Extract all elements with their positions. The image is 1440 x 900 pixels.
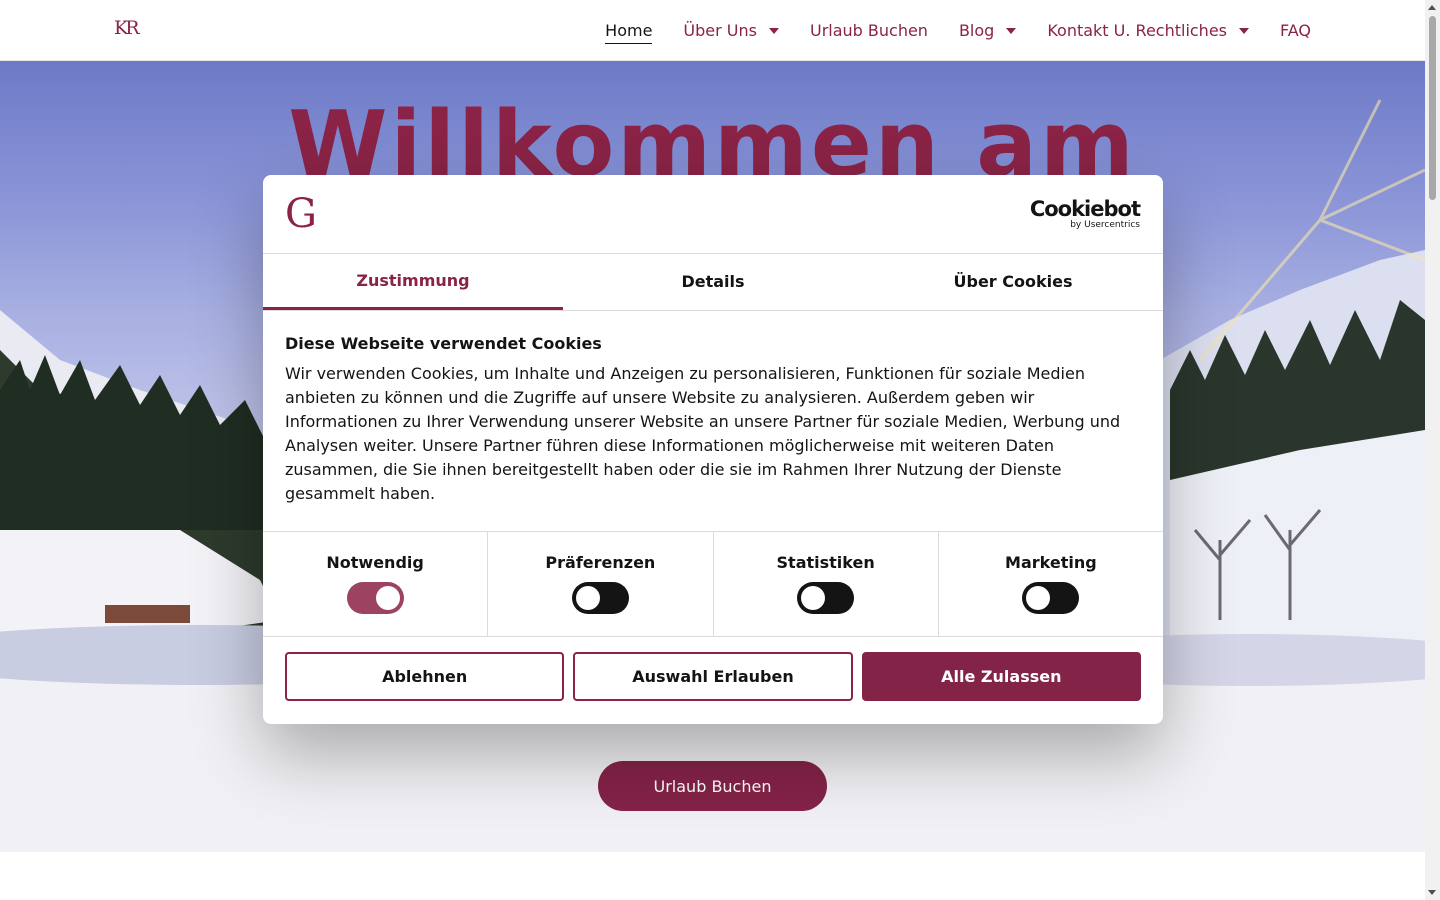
nav-item-label: Kontakt U. Rechtliches	[1047, 20, 1227, 40]
pref-label: Marketing	[1005, 553, 1097, 572]
decline-button[interactable]: Ablehnen	[285, 652, 565, 701]
pref-label: Statistiken	[776, 553, 875, 572]
toggle-knob	[375, 586, 400, 610]
tab-zustimmung[interactable]: Zustimmung	[263, 253, 563, 310]
cookie-consent-dialog: G Cookiebot by Usercentrics Zustimmung D…	[263, 175, 1163, 724]
dialog-header: G Cookiebot by Usercentrics	[263, 175, 1163, 254]
cookie-preferences: Notwendig Präferenzen Statistiken Market…	[263, 531, 1163, 637]
dialog-description: Wir verwenden Cookies, um Inhalte und An…	[285, 364, 1121, 503]
dialog-body: Diese Webseite verwendet Cookies Wir ver…	[285, 334, 1141, 506]
toggle-statistiken[interactable]	[797, 582, 855, 614]
site-logo[interactable]: KR	[114, 17, 140, 43]
page-scrollbar[interactable]	[1425, 0, 1440, 900]
scroll-up-icon[interactable]	[1428, 5, 1436, 10]
dialog-title: Diese Webseite verwendet Cookies	[285, 334, 602, 353]
nav-item-urlaub-buchen[interactable]: Urlaub Buchen	[810, 0, 928, 60]
cookiebot-logo-subtext: by Usercentrics	[1070, 220, 1140, 230]
brand-logo: G	[285, 191, 317, 237]
nav-item-ueber-uns[interactable]: Über Uns	[683, 0, 779, 60]
pref-statistiken: Statistiken	[714, 532, 939, 636]
pref-label: Notwendig	[326, 553, 424, 572]
cookiebot-logo[interactable]: Cookiebot by Usercentrics	[1029, 197, 1141, 230]
toggle-knob	[575, 586, 600, 610]
nav-item-home[interactable]: Home	[605, 0, 653, 60]
dialog-actions: Ablehnen Auswahl Erlauben Alle Zulassen	[285, 652, 1141, 701]
pref-praeferenzen: Präferenzen	[488, 532, 714, 636]
cookiebot-logo-text: Cookiebot	[1029, 197, 1141, 221]
tab-details[interactable]: Details	[563, 253, 863, 310]
caret-down-icon	[1006, 28, 1017, 34]
scrollbar-thumb[interactable]	[1429, 16, 1436, 200]
nav-item-kontakt[interactable]: Kontakt U. Rechtliches	[1047, 0, 1249, 60]
nav-item-label: Blog	[958, 20, 995, 40]
dialog-tabs: Zustimmung Details Über Cookies	[263, 253, 1163, 311]
caret-down-icon	[1239, 28, 1249, 34]
nav-item-faq[interactable]: FAQ	[1280, 0, 1311, 60]
nav-item-label: Home	[605, 21, 653, 44]
nav-item-label: Über Uns	[683, 20, 757, 40]
toggle-knob	[801, 586, 826, 610]
toggle-marketing[interactable]	[1022, 582, 1080, 614]
nav-item-label: FAQ	[1280, 20, 1311, 40]
caret-down-icon	[768, 28, 779, 34]
allow-selection-button[interactable]: Auswahl Erlauben	[573, 652, 853, 701]
pref-marketing: Marketing	[939, 532, 1163, 636]
toggle-notwendig[interactable]	[346, 582, 404, 614]
toggle-praeferenzen[interactable]	[571, 582, 629, 614]
scroll-down-icon[interactable]	[1428, 890, 1436, 895]
toggle-knob	[1026, 586, 1051, 610]
nav-item-label: Urlaub Buchen	[809, 20, 928, 40]
tab-ueber-cookies[interactable]: Über Cookies	[863, 253, 1163, 310]
top-navigation: KR Home Über Uns Urlaub Buchen Blog Kont…	[0, 0, 1425, 61]
allow-all-button[interactable]: Alle Zulassen	[861, 652, 1141, 701]
book-vacation-button[interactable]: Urlaub Buchen	[598, 761, 827, 811]
nav-item-blog[interactable]: Blog	[958, 0, 1017, 60]
nav-links: Home Über Uns Urlaub Buchen Blog Kontakt…	[574, 0, 1311, 60]
pref-notwendig: Notwendig	[263, 532, 489, 636]
pref-label: Präferenzen	[545, 553, 656, 572]
